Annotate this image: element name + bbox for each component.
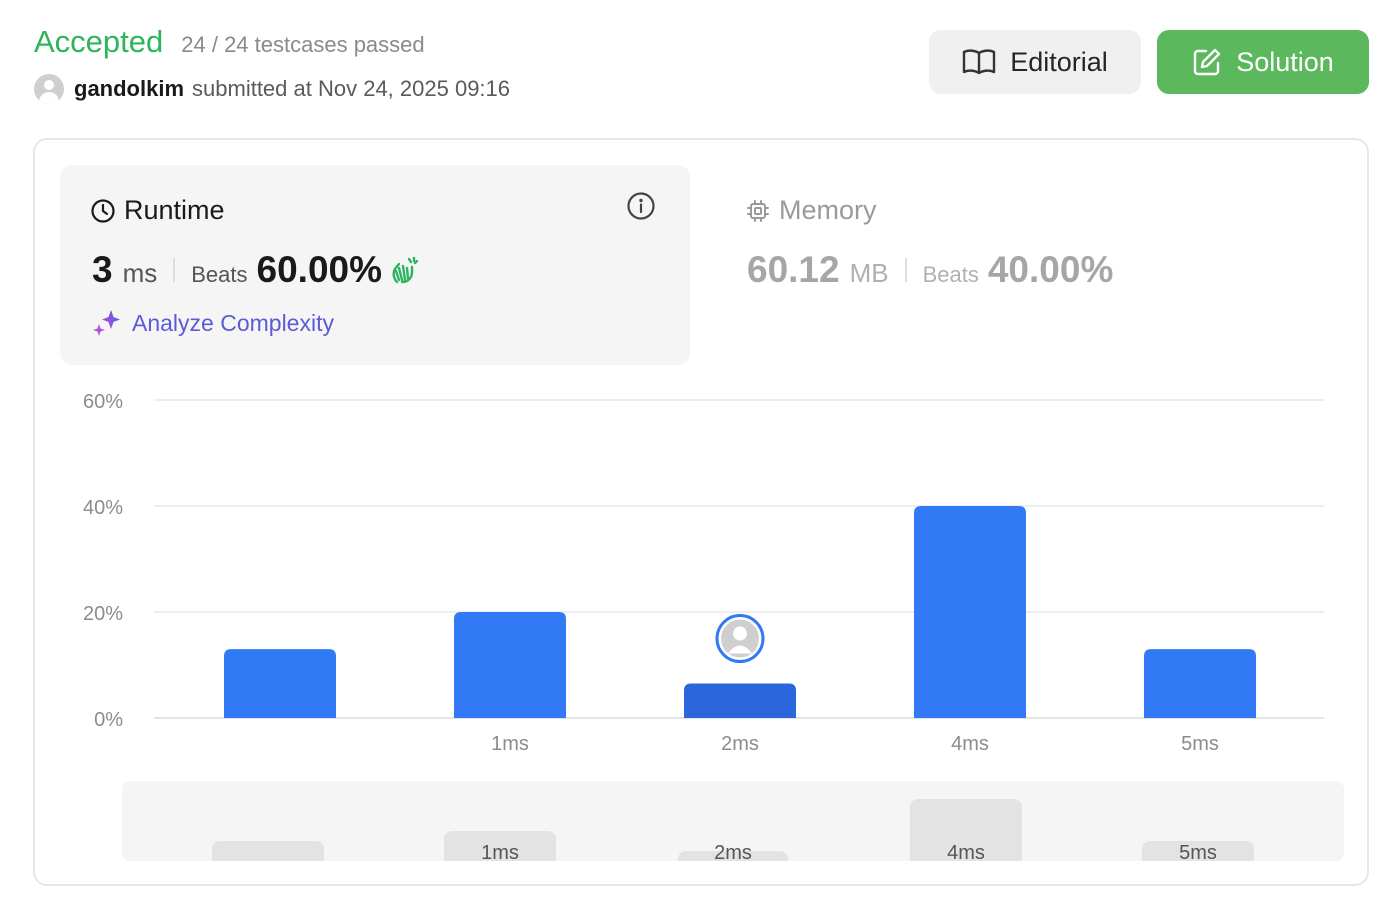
y-tick-label: 60%: [83, 391, 123, 413]
x-tick-label: 2ms: [721, 733, 759, 755]
y-tick-label: 40%: [83, 497, 123, 519]
status-line: Accepted 24 / 24 testcases passed: [34, 24, 510, 60]
chart-bar[interactable]: [224, 649, 336, 718]
chart-bar[interactable]: [914, 506, 1026, 718]
overview-label: 2ms: [714, 842, 752, 861]
edit-icon: [1194, 48, 1221, 76]
runtime-distribution-chart[interactable]: 0% 20% 40% 60% 1ms 2ms 4ms 5ms: [35, 140, 1367, 780]
chart-bar[interactable]: [1144, 649, 1256, 718]
testcases-passed: 24 / 24 testcases passed: [181, 32, 425, 57]
chart-bar[interactable]: [454, 612, 566, 718]
chart-bar[interactable]: [684, 683, 796, 718]
overview-label: 4ms: [947, 842, 985, 861]
status-accepted[interactable]: Accepted: [34, 24, 163, 60]
chart-overview[interactable]: 1ms 2ms 4ms 5ms: [122, 781, 1344, 861]
overview-svg: 1ms 2ms 4ms 5ms: [212, 799, 1254, 861]
avatar[interactable]: [34, 74, 64, 104]
overview-label: 1ms: [481, 842, 519, 861]
submitted-time: submitted at Nov 24, 2025 09:16: [192, 76, 511, 101]
x-tick-label: 1ms: [491, 733, 529, 755]
user-marker-head: [733, 626, 747, 641]
editorial-button[interactable]: Editorial: [929, 30, 1141, 94]
overview-bar: [212, 841, 324, 861]
book-icon: [963, 49, 996, 75]
y-tick-label: 20%: [83, 603, 123, 625]
results-card: Runtime 3 ms Beats 60.00% Analyze Comple…: [33, 138, 1369, 886]
editorial-label: Editorial: [1010, 46, 1108, 77]
submission-header: Accepted 24 / 24 testcases passed gandol…: [34, 24, 510, 104]
overview-label: 5ms: [1179, 842, 1217, 861]
x-tick-label: 5ms: [1181, 733, 1219, 755]
solution-button[interactable]: Solution: [1157, 30, 1369, 94]
y-tick-label: 0%: [94, 709, 123, 731]
submitter-line: gandolkim submitted at Nov 24, 2025 09:1…: [34, 74, 510, 104]
username[interactable]: gandolkim: [74, 76, 184, 102]
solution-label: Solution: [1236, 46, 1334, 77]
x-tick-label: 4ms: [951, 733, 989, 755]
